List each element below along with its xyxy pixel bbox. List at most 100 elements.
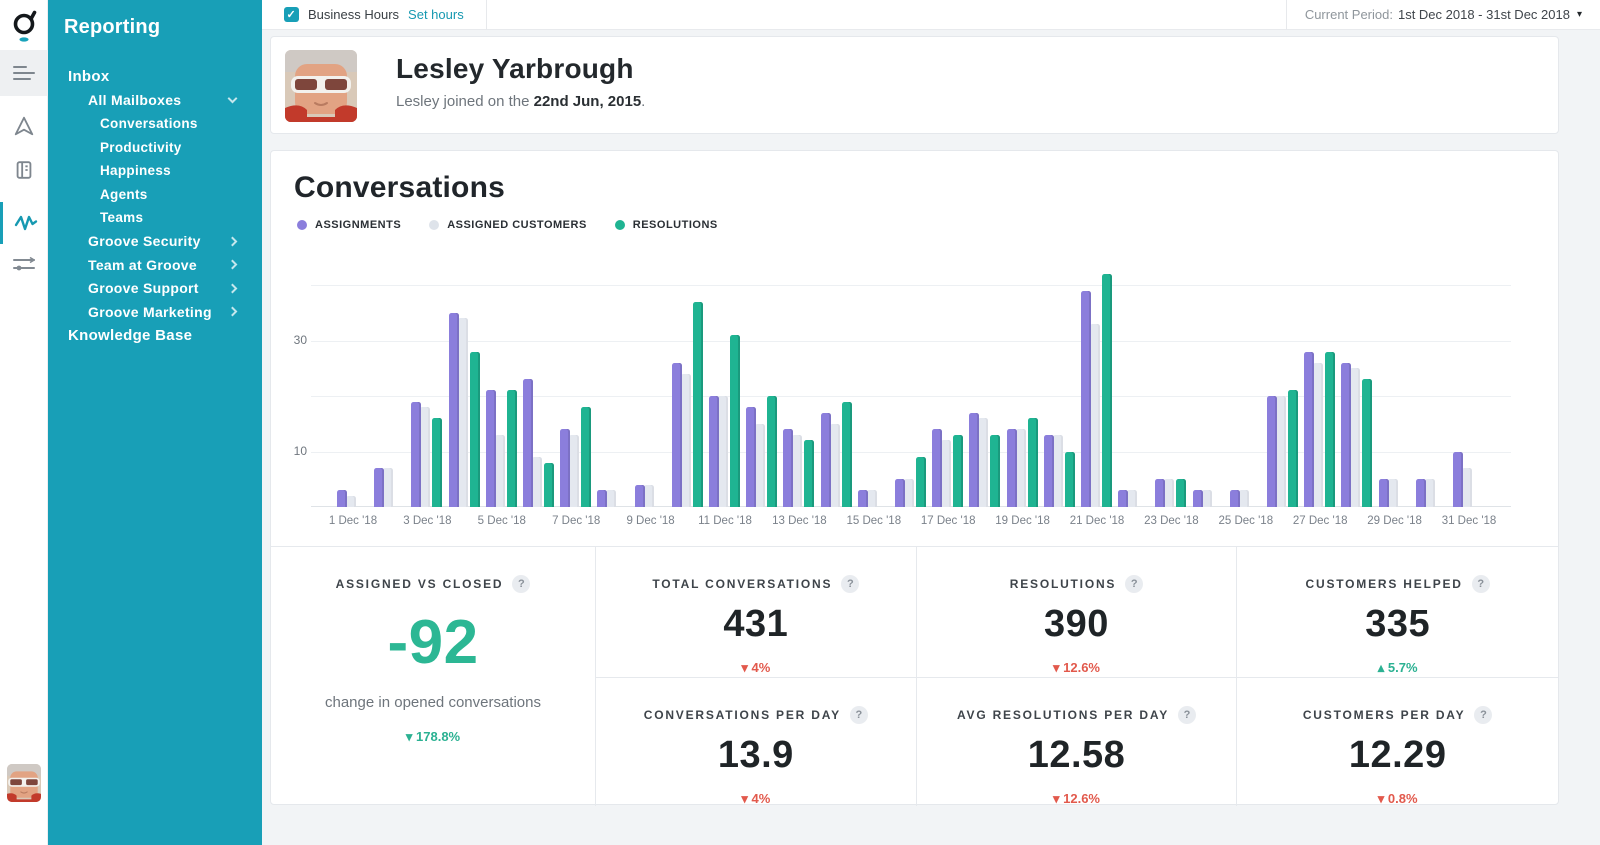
bar-resolutions-10-dec-18[interactable]: [692, 301, 703, 507]
help-icon[interactable]: ?: [1471, 575, 1490, 593]
bar-assignments-3-dec-18[interactable]: [411, 401, 422, 507]
bar-assigned-customers-3-dec-18[interactable]: [420, 407, 431, 507]
sidebar-item-productivity[interactable]: Productivity: [48, 136, 262, 160]
bar-assignments-20-dec-18[interactable]: [1043, 434, 1054, 507]
bar-assignments-18-dec-18[interactable]: [969, 412, 980, 507]
bar-assigned-customers-1-dec-18[interactable]: [346, 495, 356, 507]
bar-assigned-customers-30-dec-18[interactable]: [1424, 479, 1435, 507]
activity-icon[interactable]: [0, 202, 48, 244]
bar-assignments-11-dec-18[interactable]: [709, 396, 719, 507]
bar-assignments-9-dec-18[interactable]: [634, 484, 645, 507]
bar-assigned-customers-4-dec-18[interactable]: [457, 318, 468, 507]
sidebar-item-knowledge-base[interactable]: Knowledge Base: [48, 324, 262, 348]
bar-assignments-10-dec-18[interactable]: [671, 362, 682, 507]
sidebar-item-groove-support[interactable]: Groove Support: [48, 277, 262, 301]
bar-assigned-customers-12-dec-18[interactable]: [755, 423, 766, 507]
bar-resolutions-26-dec-18[interactable]: [1288, 390, 1298, 507]
help-icon[interactable]: ?: [841, 575, 860, 593]
bar-assigned-customers-13-dec-18[interactable]: [792, 434, 803, 507]
sidebar-item-inbox[interactable]: Inbox: [48, 65, 262, 89]
bar-assigned-customers-16-dec-18[interactable]: [904, 479, 914, 507]
bar-assignments-7-dec-18[interactable]: [560, 429, 571, 507]
bar-assignments-5-dec-18[interactable]: [485, 390, 496, 507]
help-icon[interactable]: ?: [1178, 706, 1197, 724]
bar-assigned-customers-2-dec-18[interactable]: [383, 468, 394, 507]
bar-assigned-customers-25-dec-18[interactable]: [1238, 490, 1249, 507]
bar-assigned-customers-5-dec-18[interactable]: [494, 434, 505, 507]
bar-assigned-customers-7-dec-18[interactable]: [569, 434, 580, 507]
bar-assignments-1-dec-18[interactable]: [337, 490, 347, 507]
bar-assigned-customers-11-dec-18[interactable]: [718, 396, 728, 507]
book-icon[interactable]: [0, 152, 48, 188]
bar-assigned-customers-17-dec-18[interactable]: [941, 440, 952, 507]
bar-resolutions-3-dec-18[interactable]: [432, 418, 443, 507]
bar-resolutions-28-dec-18[interactable]: [1362, 379, 1373, 507]
bar-assignments-4-dec-18[interactable]: [448, 312, 459, 507]
bar-assigned-customers-19-dec-18[interactable]: [1015, 429, 1026, 507]
bar-assigned-customers-31-dec-18[interactable]: [1462, 468, 1472, 507]
bar-assignments-31-dec-18[interactable]: [1453, 451, 1463, 507]
bar-assignments-17-dec-18[interactable]: [932, 429, 943, 507]
bar-assigned-customers-18-dec-18[interactable]: [978, 418, 989, 507]
bar-resolutions-18-dec-18[interactable]: [990, 434, 1001, 507]
bar-assigned-customers-10-dec-18[interactable]: [680, 373, 691, 507]
bar-assignments-14-dec-18[interactable]: [820, 412, 831, 507]
bar-assignments-30-dec-18[interactable]: [1415, 479, 1426, 507]
help-icon[interactable]: ?: [849, 706, 868, 724]
sliders-icon[interactable]: [0, 246, 48, 282]
current-period-selector[interactable]: Current Period: 1st Dec 2018 - 31st Dec …: [1285, 0, 1600, 30]
bar-assignments-15-dec-18[interactable]: [857, 490, 868, 507]
bar-resolutions-13-dec-18[interactable]: [804, 440, 815, 507]
bar-resolutions-27-dec-18[interactable]: [1325, 351, 1336, 507]
bar-assigned-customers-21-dec-18[interactable]: [1090, 323, 1100, 507]
help-icon[interactable]: ?: [1474, 706, 1493, 724]
sidebar-item-agents[interactable]: Agents: [48, 183, 262, 207]
sidebar-item-happiness[interactable]: Happiness: [48, 159, 262, 183]
bar-assignments-26-dec-18[interactable]: [1267, 396, 1277, 507]
bar-assigned-customers-20-dec-18[interactable]: [1052, 434, 1063, 507]
bar-resolutions-12-dec-18[interactable]: [767, 396, 778, 507]
bar-assignments-28-dec-18[interactable]: [1341, 362, 1352, 507]
bar-assignments-19-dec-18[interactable]: [1006, 429, 1017, 507]
sidebar-item-conversations[interactable]: Conversations: [48, 112, 262, 136]
menu-icon[interactable]: [0, 50, 48, 96]
bar-assignments-6-dec-18[interactable]: [523, 379, 533, 507]
bar-assignments-23-dec-18[interactable]: [1155, 479, 1166, 507]
bar-assigned-customers-22-dec-18[interactable]: [1127, 490, 1138, 507]
bar-assigned-customers-15-dec-18[interactable]: [866, 490, 877, 507]
bar-assigned-customers-27-dec-18[interactable]: [1313, 362, 1324, 507]
bar-assigned-customers-28-dec-18[interactable]: [1350, 368, 1361, 507]
sidebar-item-team-at-groove[interactable]: Team at Groove: [48, 253, 262, 277]
set-hours-link[interactable]: Set hours: [408, 7, 464, 22]
bar-resolutions-4-dec-18[interactable]: [469, 351, 480, 507]
business-hours-checkbox[interactable]: [284, 7, 299, 22]
bar-assignments-21-dec-18[interactable]: [1081, 290, 1091, 507]
bar-resolutions-11-dec-18[interactable]: [730, 334, 740, 507]
bar-assignments-2-dec-18[interactable]: [374, 468, 385, 507]
bar-assigned-customers-8-dec-18[interactable]: [606, 490, 617, 507]
bar-assigned-customers-26-dec-18[interactable]: [1276, 396, 1286, 507]
send-icon[interactable]: [0, 108, 48, 144]
bar-assigned-customers-9-dec-18[interactable]: [643, 484, 654, 507]
sidebar-item-groove-marketing[interactable]: Groove Marketing: [48, 300, 262, 324]
bar-assignments-29-dec-18[interactable]: [1378, 479, 1389, 507]
bar-assigned-customers-14-dec-18[interactable]: [829, 423, 840, 507]
bar-resolutions-7-dec-18[interactable]: [581, 407, 592, 507]
sidebar-item-all-mailboxes[interactable]: All Mailboxes: [48, 89, 262, 113]
bar-assignments-8-dec-18[interactable]: [597, 490, 608, 507]
bar-resolutions-21-dec-18[interactable]: [1102, 273, 1112, 507]
help-icon[interactable]: ?: [1125, 575, 1144, 593]
bar-assignments-12-dec-18[interactable]: [746, 407, 757, 507]
bar-assigned-customers-24-dec-18[interactable]: [1201, 490, 1212, 507]
bar-resolutions-5-dec-18[interactable]: [506, 390, 517, 507]
legend-item-assignments[interactable]: ASSIGNMENTS: [297, 219, 401, 231]
bar-resolutions-17-dec-18[interactable]: [953, 434, 964, 507]
bar-assignments-27-dec-18[interactable]: [1304, 351, 1315, 507]
sidebar-item-teams[interactable]: Teams: [48, 206, 262, 230]
bar-assignments-25-dec-18[interactable]: [1229, 490, 1240, 507]
bar-assignments-13-dec-18[interactable]: [783, 429, 794, 507]
bar-resolutions-16-dec-18[interactable]: [916, 457, 926, 507]
bar-assigned-customers-6-dec-18[interactable]: [532, 457, 542, 507]
user-avatar-small[interactable]: [7, 764, 41, 802]
bar-assignments-22-dec-18[interactable]: [1118, 490, 1129, 507]
